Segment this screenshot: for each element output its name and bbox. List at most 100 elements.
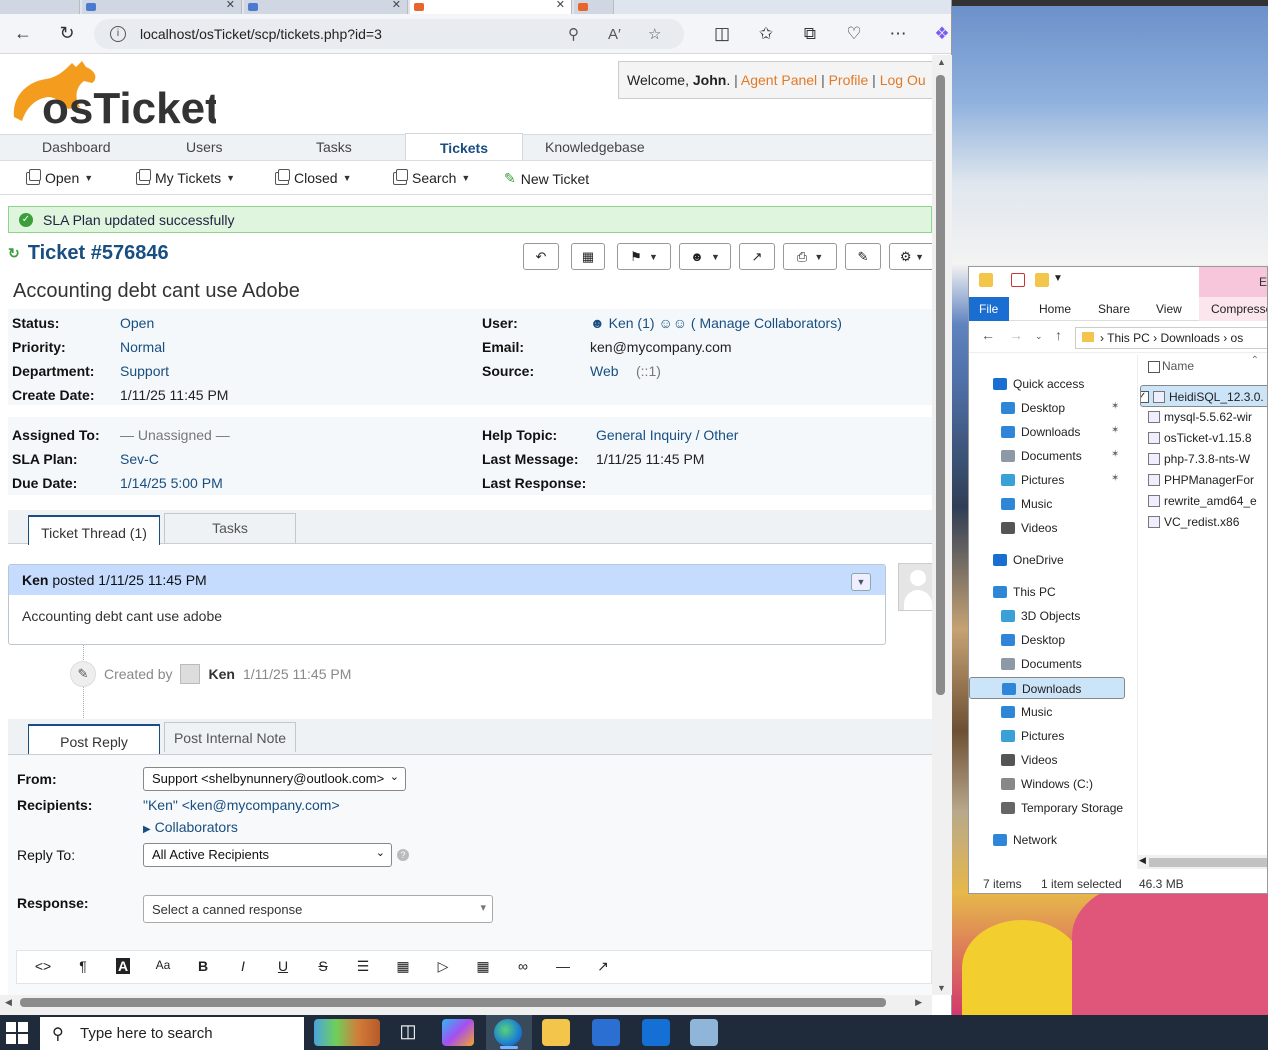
browser-tab-4[interactable] xyxy=(574,0,614,14)
split-screen-icon[interactable]: ◫ xyxy=(700,24,744,44)
file-row[interactable]: php-7.3.8-nts-W xyxy=(1140,448,1267,470)
star-icon[interactable]: ☆ xyxy=(648,25,661,43)
font-size-icon[interactable]: Aa xyxy=(151,958,175,972)
health-icon[interactable]: ♡ xyxy=(832,24,876,44)
extract-tab[interactable]: Ex xyxy=(1199,267,1267,297)
open-menu[interactable]: Open ▼ xyxy=(26,168,93,186)
refresh-icon[interactable]: ↻ xyxy=(8,245,20,262)
nav-item[interactable]: Videos xyxy=(969,749,1125,771)
windows-start-icon[interactable] xyxy=(6,1022,28,1044)
assigned-value[interactable]: — Unassigned — xyxy=(120,427,230,443)
ticket-number[interactable]: Ticket #576846 xyxy=(28,242,169,265)
browser-tab-profile[interactable] xyxy=(0,0,80,14)
image-icon[interactable]: ▦ xyxy=(391,958,415,975)
closed-menu[interactable]: Closed ▼ xyxy=(275,168,352,186)
due-date-value[interactable]: 1/14/25 5:00 PM xyxy=(120,475,223,491)
file-row[interactable]: mysql-5.5.62-wir xyxy=(1140,406,1267,428)
pin-icon[interactable]: ✶ xyxy=(1111,473,1119,484)
mail-icon[interactable] xyxy=(642,1019,670,1046)
pin-icon[interactable]: ✶ xyxy=(1111,401,1119,412)
file-row[interactable]: ✓ HeidiSQL_12.3.0. xyxy=(1140,385,1267,407)
nav-item[interactable]: Documents xyxy=(969,653,1125,675)
key-icon[interactable]: ⚲ xyxy=(568,25,579,43)
fullscreen-icon[interactable]: ↗ xyxy=(591,958,615,975)
canned-response-select[interactable]: Select a canned response ▾ xyxy=(143,895,493,923)
copilot-icon[interactable]: ❖ xyxy=(920,24,964,44)
table-icon[interactable]: ▦ xyxy=(471,958,495,975)
breadcrumb-current[interactable]: os xyxy=(1231,331,1244,345)
file-row[interactable]: rewrite_amd64_e xyxy=(1140,490,1267,512)
link-icon[interactable]: ∞ xyxy=(511,958,535,974)
sla-value[interactable]: Sev-C xyxy=(120,451,159,467)
horizontal-scrollbar[interactable]: ◀ ▶ xyxy=(0,995,932,1015)
italic-icon[interactable]: I xyxy=(231,958,255,974)
scroll-up-icon[interactable]: ▲ xyxy=(937,57,946,67)
my-tickets-menu[interactable]: My Tickets ▼ xyxy=(136,168,235,186)
nav-item[interactable]: Windows (C:) xyxy=(969,773,1125,795)
assign-dropdown[interactable]: ☻ ▼ xyxy=(679,243,731,270)
close-icon[interactable]: ✕ xyxy=(392,0,401,11)
browser-tab-1[interactable]: ✕ xyxy=(82,0,242,14)
refresh-icon[interactable]: ↻ xyxy=(52,23,82,44)
search-menu[interactable]: Search ▼ xyxy=(393,168,470,186)
file-row[interactable]: osTicket-v1.15.8 xyxy=(1140,427,1267,449)
tab-post-internal-note[interactable]: Post Internal Note xyxy=(164,722,296,752)
user-name[interactable]: Ken (1) xyxy=(609,315,655,331)
help-icon[interactable]: ? xyxy=(397,849,409,861)
scroll-right-icon[interactable]: ▶ xyxy=(915,997,922,1008)
nav-item[interactable]: OneDrive xyxy=(969,549,1125,571)
reply-to-select[interactable]: All Active Recipients ⌄ xyxy=(143,843,392,867)
nav-item[interactable]: Desktop ✶ xyxy=(969,397,1125,419)
close-icon[interactable]: ✕ xyxy=(556,0,565,11)
url-field[interactable]: i localhost/osTicket/scp/tickets.php?id=… xyxy=(94,19,684,49)
vertical-scrollbar[interactable]: ▲ ▼ xyxy=(932,55,952,995)
favorites-icon[interactable]: ✩ xyxy=(744,24,788,44)
profile-link[interactable]: Profile xyxy=(829,72,869,88)
priority-value[interactable]: Normal xyxy=(120,339,165,355)
list-icon[interactable]: ☰ xyxy=(351,958,375,975)
store-icon[interactable] xyxy=(592,1019,620,1046)
breadcrumb-this-pc[interactable]: This PC xyxy=(1107,331,1150,345)
pin-icon[interactable]: ✶ xyxy=(1111,425,1119,436)
select-all-checkbox[interactable] xyxy=(1148,361,1160,373)
nav-item[interactable]: Documents ✶ xyxy=(969,445,1125,467)
back-arrow-icon[interactable]: ← xyxy=(981,327,995,343)
help-topic-value[interactable]: General Inquiry / Other xyxy=(596,427,738,443)
tab-ticket-thread[interactable]: Ticket Thread (1) xyxy=(28,515,160,545)
video-icon[interactable]: ▷ xyxy=(431,958,455,975)
logout-link[interactable]: Log Ou xyxy=(880,72,926,88)
scroll-left-icon[interactable]: ◀ xyxy=(5,997,12,1008)
tab-tickets[interactable]: Tickets xyxy=(405,133,523,161)
more-icon[interactable]: ⋯ xyxy=(876,24,920,44)
nav-item[interactable]: Music xyxy=(969,493,1125,515)
nav-item[interactable]: Temporary Storage xyxy=(969,797,1125,819)
ribbon-tab-share[interactable]: Share xyxy=(1098,302,1130,316)
tab-post-reply[interactable]: Post Reply xyxy=(28,724,160,754)
paragraph-icon[interactable]: ¶ xyxy=(71,958,95,974)
file-row[interactable]: VC_redist.x86 xyxy=(1140,511,1267,533)
scroll-down-icon[interactable]: ▼ xyxy=(937,983,946,993)
transfer-button[interactable]: ↗ xyxy=(739,243,775,270)
recent-dropdown-icon[interactable]: ⌄ xyxy=(1035,331,1043,342)
nav-item[interactable]: This PC xyxy=(969,581,1125,603)
read-aloud-icon[interactable]: A′ xyxy=(608,26,621,43)
print-dropdown[interactable]: ⎙ ▼ xyxy=(783,243,837,270)
user-value[interactable]: ☻ Ken (1) ☺☺ ( Manage Collaborators) xyxy=(590,315,842,331)
horizontal-rule-icon[interactable]: — xyxy=(551,958,575,974)
more-dropdown[interactable]: ⚙ ▼ xyxy=(889,243,932,270)
nav-item[interactable]: Pictures ✶ xyxy=(969,469,1125,491)
forward-arrow-icon[interactable]: → xyxy=(1009,327,1023,343)
underline-icon[interactable]: U xyxy=(271,958,295,974)
entry-options-dropdown[interactable]: ▼ xyxy=(851,573,871,591)
breadcrumb-downloads[interactable]: Downloads xyxy=(1160,331,1219,345)
flag-dropdown[interactable]: ⚑ ▼ xyxy=(617,243,671,270)
task-view-icon[interactable]: ◫ xyxy=(392,1019,424,1046)
file-explorer-icon[interactable] xyxy=(542,1019,570,1046)
properties-icon[interactable] xyxy=(1011,273,1025,287)
taskbar-search[interactable]: ⚲ Type here to search xyxy=(40,1017,304,1050)
nav-item[interactable]: 3D Objects xyxy=(969,605,1125,627)
reply-button[interactable]: ↶ xyxy=(523,243,559,270)
scroll-left-icon[interactable]: ◀ xyxy=(1139,855,1146,866)
edge-icon[interactable] xyxy=(494,1019,522,1046)
customize-icon[interactable]: ▼ xyxy=(1053,273,1063,284)
